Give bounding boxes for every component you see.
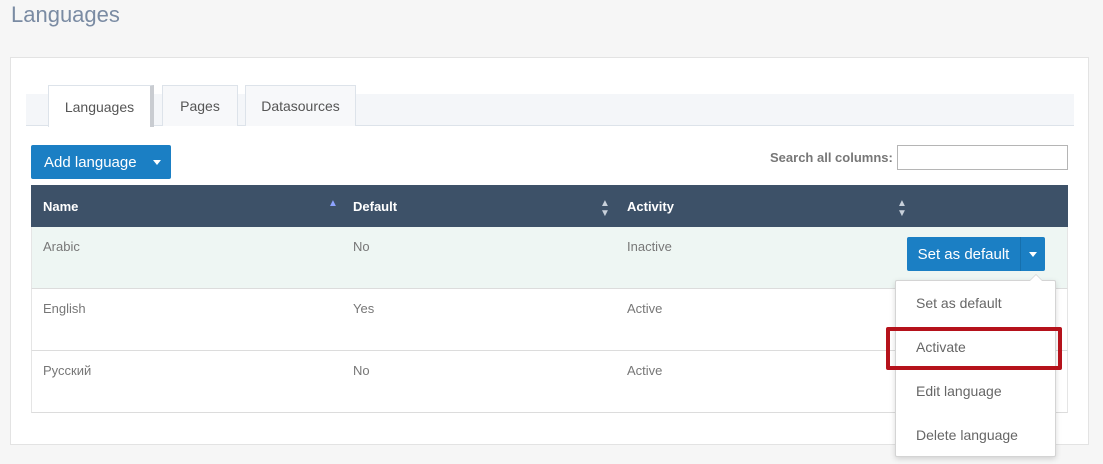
search-input[interactable] [897, 145, 1068, 170]
cell-activity: Inactive [627, 239, 672, 254]
add-language-label: Add language [44, 153, 137, 171]
cell-activity: Active [627, 301, 663, 316]
tab-pages[interactable]: Pages [162, 85, 238, 126]
sort-both-icon: ▲ ▼ [897, 198, 907, 219]
search-label: Search all columns: [770, 150, 893, 165]
cell-name: English [43, 301, 86, 316]
tab-label: Pages [180, 98, 220, 114]
tab-datasources[interactable]: Datasources [245, 85, 356, 126]
tab-languages[interactable]: Languages [48, 85, 154, 127]
cell-name: Русский [43, 363, 92, 378]
column-header-label: Name [43, 198, 79, 214]
add-language-toggle[interactable] [143, 145, 171, 179]
cell-default: No [353, 239, 370, 254]
menu-item-set-as-default[interactable]: Set as default [896, 281, 1055, 325]
tab-label: Languages [64, 98, 135, 115]
set-default-split-button: Set as default [907, 237, 1045, 271]
menu-item-edit-language[interactable]: Edit language [896, 369, 1055, 413]
tab-label: Datasources [261, 98, 340, 114]
tab-bar: Languages Pages Datasources [26, 85, 1074, 127]
column-header-label: Default [353, 198, 398, 214]
set-as-default-button[interactable]: Set as default [907, 237, 1020, 271]
column-header-activity[interactable]: Activity ▲ ▼ [627, 185, 907, 227]
cell-default: Yes [353, 301, 375, 316]
column-header-label: Activity [627, 198, 674, 214]
caret-down-icon [1029, 251, 1037, 257]
table-header: Name ▲ Default ▲ ▼ Activity ▲ ▼ [31, 185, 1068, 227]
cell-name: Arabic [43, 239, 80, 254]
caret-down-icon [153, 159, 161, 165]
sort-both-icon: ▲ ▼ [600, 198, 610, 219]
column-header-name[interactable]: Name ▲ [43, 185, 343, 227]
page-title: Languages [11, 2, 120, 27]
cell-default: No [353, 363, 370, 378]
actions-dropdown-toggle[interactable] [1020, 237, 1045, 271]
menu-item-delete-language[interactable]: Delete language [896, 413, 1055, 457]
activate-highlight-box [886, 327, 1062, 370]
column-header-default[interactable]: Default ▲ ▼ [353, 185, 613, 227]
add-language-button[interactable]: Add language [31, 145, 171, 179]
sort-asc-icon: ▲ [328, 198, 338, 209]
menu-pointer [1029, 274, 1043, 281]
cell-activity: Active [627, 363, 663, 378]
